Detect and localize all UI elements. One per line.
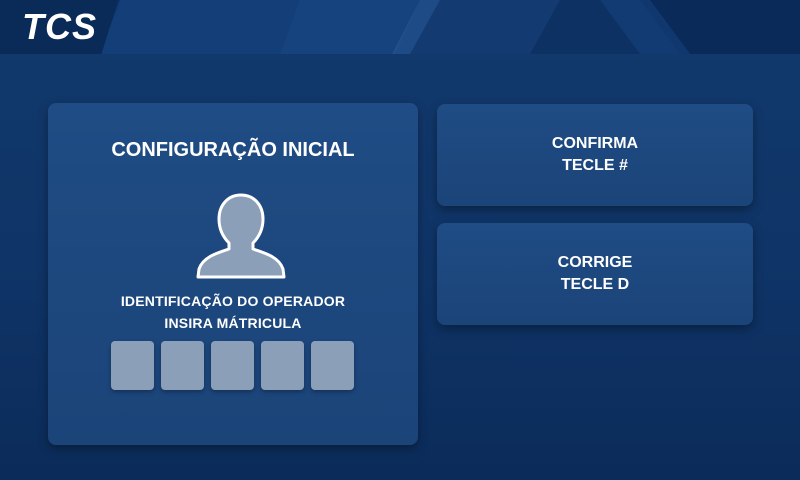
header-decoration bbox=[100, 0, 800, 54]
header-bar: TCS bbox=[0, 0, 800, 54]
correct-button[interactable]: CORRIGE TECLE D bbox=[437, 223, 753, 325]
registration-digit-box[interactable] bbox=[111, 341, 154, 390]
correct-button-label: CORRIGE bbox=[557, 254, 633, 271]
page-title: CONFIGURAÇÃO INICIAL bbox=[111, 139, 355, 161]
correct-button-key-hint: TECLE D bbox=[560, 276, 630, 293]
registration-digit-box[interactable] bbox=[211, 341, 254, 390]
enter-registration-label: INSIRA MÁTRICULA bbox=[164, 315, 302, 331]
confirm-button-key-hint: TECLE # bbox=[562, 157, 628, 174]
registration-input[interactable] bbox=[111, 341, 354, 390]
user-silhouette-icon bbox=[196, 193, 286, 279]
registration-digit-box[interactable] bbox=[261, 341, 304, 390]
operator-identification-label: IDENTIFICAÇÃO DO OPERADOR bbox=[120, 293, 346, 309]
logo-text: TCS bbox=[22, 6, 97, 47]
confirm-button[interactable]: CONFIRMA TECLE # bbox=[437, 104, 753, 206]
registration-digit-box[interactable] bbox=[311, 341, 354, 390]
confirm-button-label: CONFIRMA bbox=[551, 135, 639, 152]
logo: TCS bbox=[0, 0, 118, 54]
registration-digit-box[interactable] bbox=[161, 341, 204, 390]
operator-identification-panel: CONFIGURAÇÃO INICIAL IDENTIFICAÇÃO DO OP… bbox=[48, 103, 418, 445]
